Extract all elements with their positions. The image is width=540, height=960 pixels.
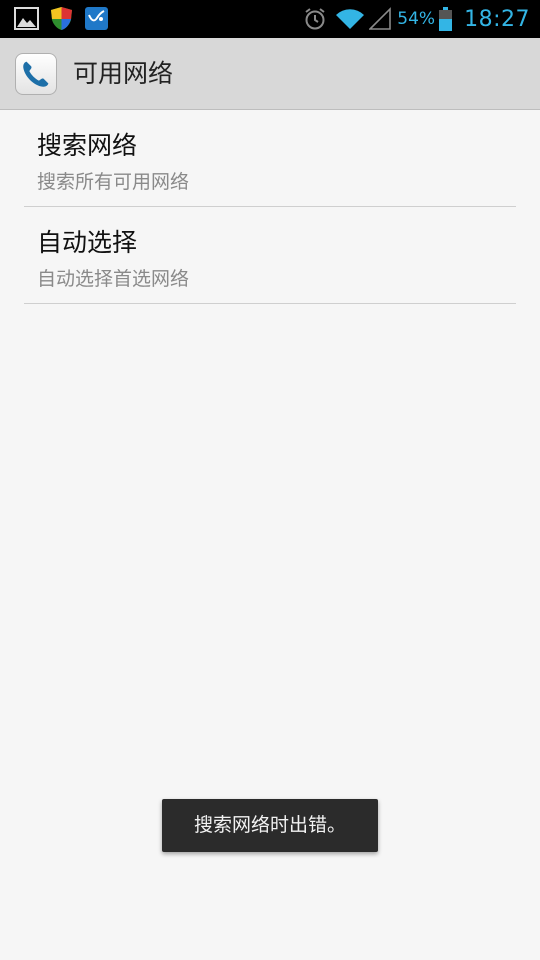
list-item-summary: 自动选择首选网络 [37, 268, 190, 290]
notification-icons [14, 6, 109, 31]
list-item-title: 自动选择 [37, 228, 138, 257]
wifi-icon [336, 9, 365, 29]
battery-percent: 54% [397, 9, 436, 29]
status-bar: 54% 18:27 [0, 0, 540, 38]
action-bar: 可用网络 [0, 38, 540, 110]
battery-icon [439, 7, 453, 31]
alarm-icon [305, 8, 325, 30]
signal-icon [369, 7, 392, 30]
status-indicators: 54% 18:27 [303, 0, 530, 38]
gallery-icon [14, 7, 39, 30]
list-item-auto-select[interactable]: 自动选择 自动选择首选网络 [24, 207, 516, 304]
app-icon[interactable] [15, 53, 57, 95]
list-item-title: 搜索网络 [37, 131, 138, 160]
list-item-summary: 搜索所有可用网络 [37, 171, 190, 193]
phone-icon [23, 61, 49, 87]
toast-message: 搜索网络时出错。 [162, 799, 378, 852]
list-item-search-networks[interactable]: 搜索网络 搜索所有可用网络 [24, 110, 516, 207]
fliq-icon [85, 7, 108, 30]
preference-list: 搜索网络 搜索所有可用网络 自动选择 自动选择首选网络 [24, 110, 516, 304]
page-title: 可用网络 [73, 59, 174, 88]
shield-icon [51, 7, 72, 30]
clock: 18:27 [464, 6, 530, 32]
